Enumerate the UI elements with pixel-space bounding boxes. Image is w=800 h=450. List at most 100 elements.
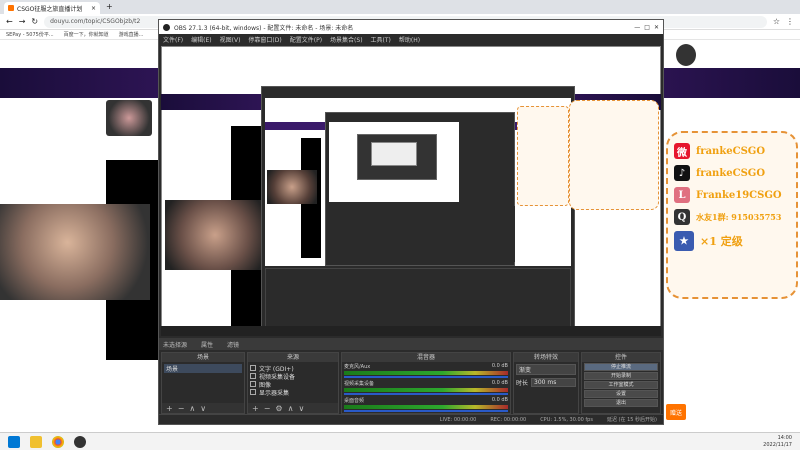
obs-title: OBS 27.1.3 (64-bit, windows) - 配置文件: 未命名…	[174, 24, 354, 32]
menu-view[interactable]: 视图(V)	[220, 35, 241, 44]
channel-name: 桌面音频	[344, 398, 365, 404]
sources-dock: 来源 文字 (GDI+) 视频采集设备 图像 显示器采集 + − ⚙ ∧ ∨	[247, 352, 339, 414]
studio-mode-button[interactable]: 工作室模式	[584, 381, 658, 389]
clock-time: 14:00	[777, 435, 792, 441]
menu-profile[interactable]: 配置文件(P)	[290, 35, 322, 44]
reload-icon[interactable]: ↻	[31, 17, 38, 26]
volume-slider[interactable]	[344, 376, 508, 378]
nested-obs-4	[371, 142, 417, 166]
tab-strip: CSGO征服之旅直播计划 × +	[0, 0, 800, 14]
live-status: LIVE: 00:00:00	[439, 416, 477, 423]
nested-docks	[329, 206, 515, 262]
rec-status: REC: 00:00:00	[490, 416, 527, 423]
volume-slider[interactable]	[344, 410, 508, 412]
mixer-header: 混音器	[342, 353, 510, 362]
streamer-avatar[interactable]	[106, 100, 152, 136]
menu-scene-collection[interactable]: 场景集合(S)	[330, 35, 363, 44]
camera-icon	[250, 373, 256, 379]
promo-text: ×1 定级	[700, 235, 743, 248]
menu-help[interactable]: 帮助(H)	[399, 35, 420, 44]
system-tray: 14:00 2022/11/17	[763, 435, 792, 449]
obs-status-bar: LIVE: 00:00:00 REC: 00:00:00 CPU: 1.5%, …	[159, 414, 663, 424]
scene-item[interactable]: 场景	[164, 364, 242, 373]
forward-icon[interactable]: →	[19, 17, 26, 26]
filters-button[interactable]: 滤镜	[227, 340, 239, 349]
url-text: douyu.com/topic/CSGObjzb/t2	[50, 18, 141, 25]
mixer-dock: 混音器 麦克风/Aux 0.0 dB 视频采集设备 0.0 dB 桌面音频 0.0 d…	[341, 352, 511, 414]
add-icon[interactable]: +	[252, 404, 259, 413]
mixer-channel: 麦克风/Aux 0.0 dB	[342, 362, 510, 379]
star-icon[interactable]: ☆	[773, 17, 780, 26]
menu-docks[interactable]: 停靠窗口(D)	[248, 35, 281, 44]
new-tab-icon[interactable]: +	[106, 2, 113, 11]
menu-edit[interactable]: 编辑(E)	[191, 35, 211, 44]
transitions-dock: 转场特效 渐变 时长 300 ms	[513, 352, 579, 414]
text-icon	[250, 365, 256, 371]
promo-line: 微 frankeCSGO	[674, 143, 790, 159]
obs-icon[interactable]	[74, 435, 86, 448]
obs-logo-icon	[163, 23, 170, 31]
delay-status: 延迟 (在 15 秒后开始)	[606, 417, 657, 423]
scenes-dock: 场景 场景 + − ∧ ∨	[161, 352, 245, 414]
exit-button[interactable]: 退出	[584, 399, 658, 407]
sources-footer: + − ⚙ ∧ ∨	[248, 403, 338, 413]
favicon-icon	[8, 5, 14, 11]
source-item[interactable]: 显示器采集	[250, 388, 336, 397]
add-icon[interactable]: +	[166, 404, 173, 413]
preview-webcam	[165, 200, 265, 270]
down-icon[interactable]: ∨	[298, 404, 304, 413]
transitions-header: 转场特效	[514, 353, 578, 362]
chrome-icon[interactable]	[52, 435, 64, 448]
channel-name: 视频采集设备	[344, 381, 375, 387]
clock-date: 2022/11/17	[763, 442, 792, 448]
back-icon[interactable]: ←	[6, 17, 13, 26]
bookmark-item[interactable]: 百度一下，你就知道	[64, 31, 109, 38]
minimize-icon[interactable]: —	[634, 24, 640, 31]
obs-title-bar: OBS 27.1.3 (64-bit, windows) - 配置文件: 未命名…	[159, 20, 663, 34]
maximize-icon[interactable]: □	[644, 24, 650, 31]
menu-tools[interactable]: 工具(T)	[371, 35, 391, 44]
remove-icon[interactable]: −	[264, 404, 271, 413]
properties-button[interactable]: 属性	[201, 340, 213, 349]
browser-tab[interactable]: CSGO征服之旅直播计划 ×	[4, 2, 100, 14]
stop-streaming-button[interactable]: 停止推流	[584, 363, 658, 371]
menu-icon[interactable]: ⋮	[786, 17, 794, 26]
obs-preview[interactable]	[161, 46, 661, 336]
gear-icon[interactable]: ⚙	[275, 404, 282, 413]
promo-text: 水友1群: 915035753	[696, 211, 782, 222]
start-icon[interactable]	[8, 435, 20, 448]
promo-text: frankeCSGO	[696, 145, 766, 157]
channel-db: 0.0 dB	[491, 397, 508, 403]
rank-icon: ★	[674, 231, 694, 251]
close-tab-icon[interactable]: ×	[91, 5, 96, 12]
mixer-channel: 视频采集设备 0.0 dB	[342, 379, 510, 396]
no-source-label: 未选择源	[163, 341, 188, 349]
close-icon[interactable]: ✕	[654, 24, 659, 31]
taskbar: 14:00 2022/11/17	[0, 432, 800, 450]
tiktok-icon: ♪	[674, 165, 690, 181]
bookmark-item[interactable]: SEPay - 5075份平...	[6, 31, 54, 38]
menu-file[interactable]: 文件(F)	[163, 35, 183, 44]
qq-icon: Q	[674, 209, 690, 225]
nested-promo-2	[569, 100, 659, 210]
channel-db: 0.0 dB	[491, 363, 508, 369]
settings-button[interactable]: 设置	[584, 390, 658, 398]
up-icon[interactable]: ∧	[288, 404, 294, 413]
volume-slider[interactable]	[344, 393, 508, 395]
lolo-icon: L	[674, 187, 690, 203]
bookmark-item[interactable]: 游戏直播...	[119, 31, 144, 38]
duration-input[interactable]: 300 ms	[531, 378, 576, 387]
channel-name: 麦克风/Aux	[344, 364, 371, 370]
down-icon[interactable]: ∨	[200, 404, 206, 413]
transition-select[interactable]: 渐变	[516, 364, 576, 375]
promo-panel: 微 frankeCSGO ♪ frankeCSGO L Franke19CSGO…	[666, 131, 798, 299]
scene-toolbar: 未选择源 属性 滤镜	[159, 338, 663, 350]
up-icon[interactable]: ∧	[189, 404, 195, 413]
start-recording-button[interactable]: 开始录制	[584, 372, 658, 380]
volume-meter	[344, 388, 508, 392]
gift-button[interactable]: 赠送	[666, 404, 686, 420]
controls-header: 控件	[582, 353, 660, 362]
image-icon	[250, 381, 256, 387]
explorer-icon[interactable]	[30, 435, 42, 448]
remove-icon[interactable]: −	[178, 404, 185, 413]
